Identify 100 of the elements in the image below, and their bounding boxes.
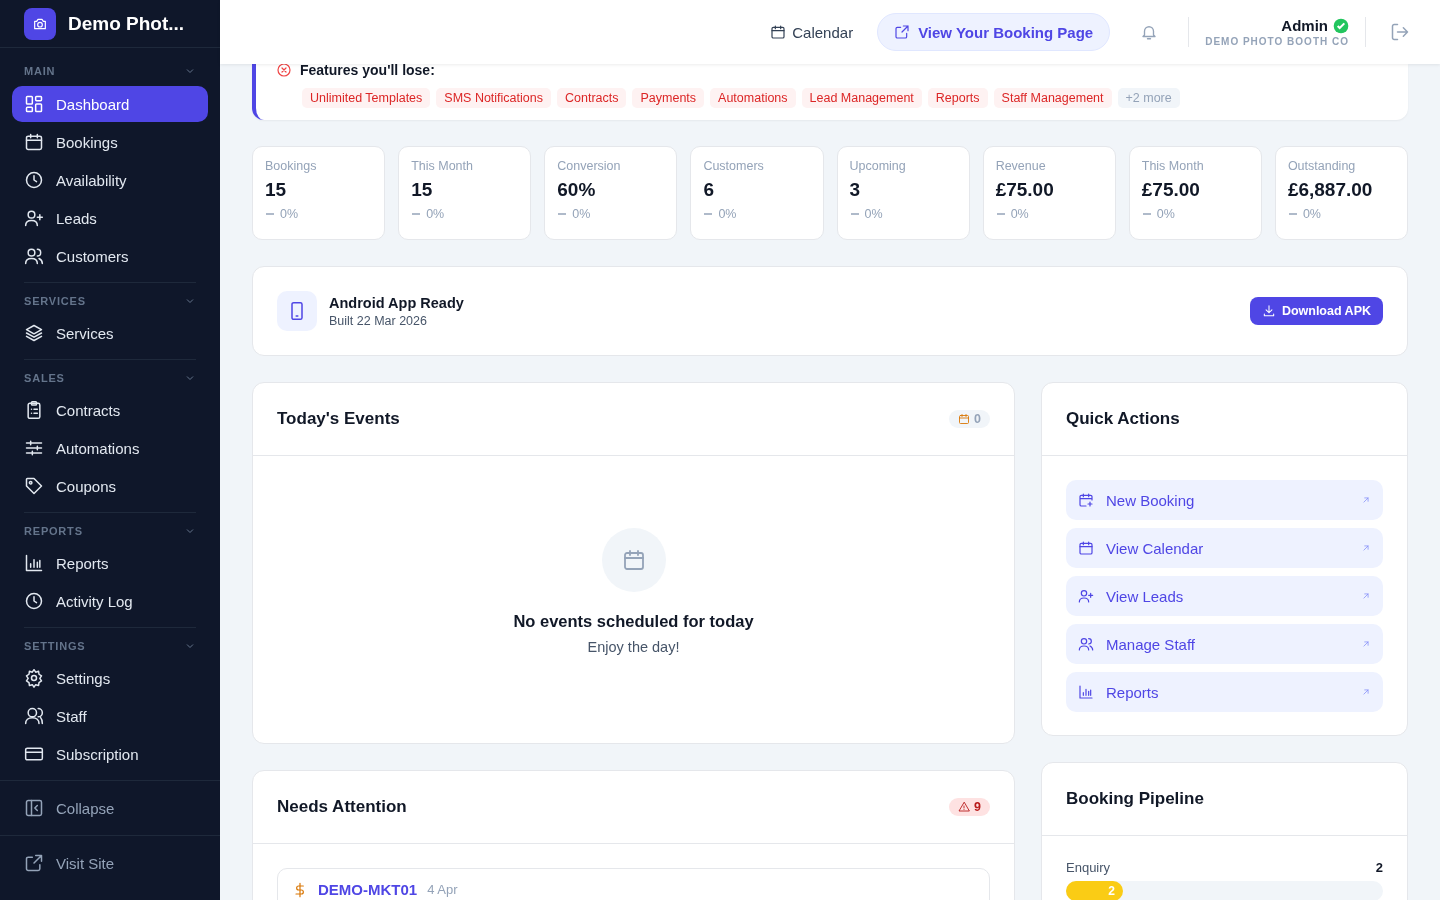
nav-item[interactable]: Automations xyxy=(12,430,208,466)
users-icon xyxy=(24,246,44,266)
feature-tag: Unlimited Templates xyxy=(302,88,431,108)
nav-item[interactable]: Bookings xyxy=(12,124,208,160)
stat-change: 0% xyxy=(1302,207,1321,221)
nav-item[interactable]: Contracts xyxy=(12,392,208,428)
nav-item[interactable]: Coupons xyxy=(12,468,208,504)
external-link-icon xyxy=(24,853,44,873)
section-label: SALES xyxy=(24,372,65,384)
section-label: REPORTS xyxy=(24,525,83,537)
download-apk-button[interactable]: Download APK xyxy=(1249,297,1383,325)
booking-page-button[interactable]: View Your Booking Page xyxy=(877,13,1111,51)
more-tag: +2 more xyxy=(1117,88,1180,108)
user-name: Admin xyxy=(1281,17,1328,34)
nav-item[interactable]: Dashboard xyxy=(12,86,208,122)
attention-item[interactable]: DEMO-MKT01 4 Apr xyxy=(277,868,990,900)
nav-item[interactable]: Leads xyxy=(12,200,208,236)
quick-action-button[interactable]: Reports xyxy=(1066,672,1383,712)
phone-icon xyxy=(277,291,317,331)
quick-action-button[interactable]: New Booking xyxy=(1066,480,1383,520)
minus-icon xyxy=(849,212,860,216)
card-title: Needs Attention xyxy=(277,797,407,817)
credit-card-icon xyxy=(24,744,44,764)
collapse-icon xyxy=(24,798,44,818)
quick-action-button[interactable]: View Calendar xyxy=(1066,528,1383,568)
section-label: SERVICES xyxy=(24,295,86,307)
empty-title: No events scheduled for today xyxy=(513,612,754,631)
feature-tag: Lead Management xyxy=(801,88,922,108)
progress-fill: 2 xyxy=(1066,881,1124,900)
feature-tag: Staff Management xyxy=(993,88,1112,108)
stat-value: 3 xyxy=(849,179,862,201)
empty-text: Enjoy the day! xyxy=(587,639,680,655)
minus-icon xyxy=(265,212,275,216)
tag-icon xyxy=(24,476,44,496)
arrow-up-right-icon xyxy=(1361,495,1371,505)
stat-change: 0% xyxy=(864,207,883,221)
arrow-up-right-icon xyxy=(1361,687,1371,697)
banner-title: Features you'll lose: xyxy=(300,62,435,78)
visit-site-link[interactable]: Visit Site xyxy=(24,846,196,880)
stat-value: 60% xyxy=(557,179,597,201)
grid-icon xyxy=(24,94,44,114)
stat-label: Customers xyxy=(703,159,765,173)
section-label: SETTINGS xyxy=(24,640,86,652)
stat-value: £6,887.00 xyxy=(1287,179,1374,201)
nav-item[interactable]: Customers xyxy=(12,238,208,274)
calendar-icon xyxy=(1078,540,1094,556)
user-icon xyxy=(24,706,44,726)
nav-item[interactable]: Activity Log xyxy=(12,583,208,619)
warning-icon xyxy=(958,801,971,813)
download-icon xyxy=(1261,304,1276,318)
app-subtitle: Built 22 Mar 2026 xyxy=(329,313,428,328)
company-name: DEMO PHOTO BOOTH CO xyxy=(1205,36,1349,47)
arrow-up-right-icon xyxy=(1361,639,1371,649)
users-icon xyxy=(1078,636,1094,652)
stage-label: Enquiry xyxy=(1066,860,1111,875)
user-plus-icon xyxy=(24,208,44,228)
stat-value: 6 xyxy=(703,179,715,201)
feature-tag: Reports xyxy=(927,88,988,108)
stage-count: 2 xyxy=(1375,860,1383,875)
attention-count-badge: 9 xyxy=(949,798,990,816)
settings-icon xyxy=(24,668,44,688)
nav-item[interactable]: Settings xyxy=(12,660,208,696)
stat-value: 15 xyxy=(265,179,288,201)
nav-item[interactable]: Services xyxy=(12,315,208,351)
quick-action-button[interactable]: Manage Staff xyxy=(1066,624,1383,664)
notification-bell-icon[interactable] xyxy=(1140,23,1159,41)
stat-label: Revenue xyxy=(995,159,1047,173)
app-title: Android App Ready xyxy=(329,294,465,311)
calendar-icon xyxy=(958,413,971,425)
card-title: Today's Events xyxy=(277,409,400,429)
quick-action-button[interactable]: View Leads xyxy=(1066,576,1383,616)
card-title: Booking Pipeline xyxy=(1066,789,1204,809)
stat-label: This Month xyxy=(411,159,474,173)
arrow-up-right-icon xyxy=(1361,591,1371,601)
nav-item[interactable]: Staff xyxy=(12,698,208,734)
booking-date: 4 Apr xyxy=(427,882,458,897)
nav-item[interactable]: Subscription xyxy=(12,736,208,772)
stat-change: 0% xyxy=(426,207,445,221)
stat-change: 0% xyxy=(572,207,591,221)
stat-change: 0% xyxy=(1156,207,1175,221)
calendar-icon xyxy=(770,24,787,40)
booking-ref: DEMO-MKT01 xyxy=(318,881,418,898)
nav-item[interactable]: Reports xyxy=(12,545,208,581)
layers-icon xyxy=(24,323,44,343)
feature-tag: Contracts xyxy=(557,88,627,108)
collapse-button[interactable]: Collapse xyxy=(24,791,196,825)
minus-icon xyxy=(1287,212,1298,216)
brand-name: Demo Phot... xyxy=(68,12,185,35)
stat-value: £75.00 xyxy=(995,179,1055,201)
logout-icon[interactable] xyxy=(1390,22,1410,42)
feature-tag: Automations xyxy=(710,88,796,108)
stat-change: 0% xyxy=(1010,207,1029,221)
calendar-link[interactable]: Calendar xyxy=(770,23,854,41)
x-circle-icon xyxy=(276,62,292,78)
clipboard-icon xyxy=(24,400,44,420)
bar-chart-icon xyxy=(24,553,44,573)
card-title: Quick Actions xyxy=(1066,409,1180,429)
stat-label: Upcoming xyxy=(849,159,907,173)
external-link-icon xyxy=(894,24,911,40)
nav-item[interactable]: Availability xyxy=(12,162,208,198)
